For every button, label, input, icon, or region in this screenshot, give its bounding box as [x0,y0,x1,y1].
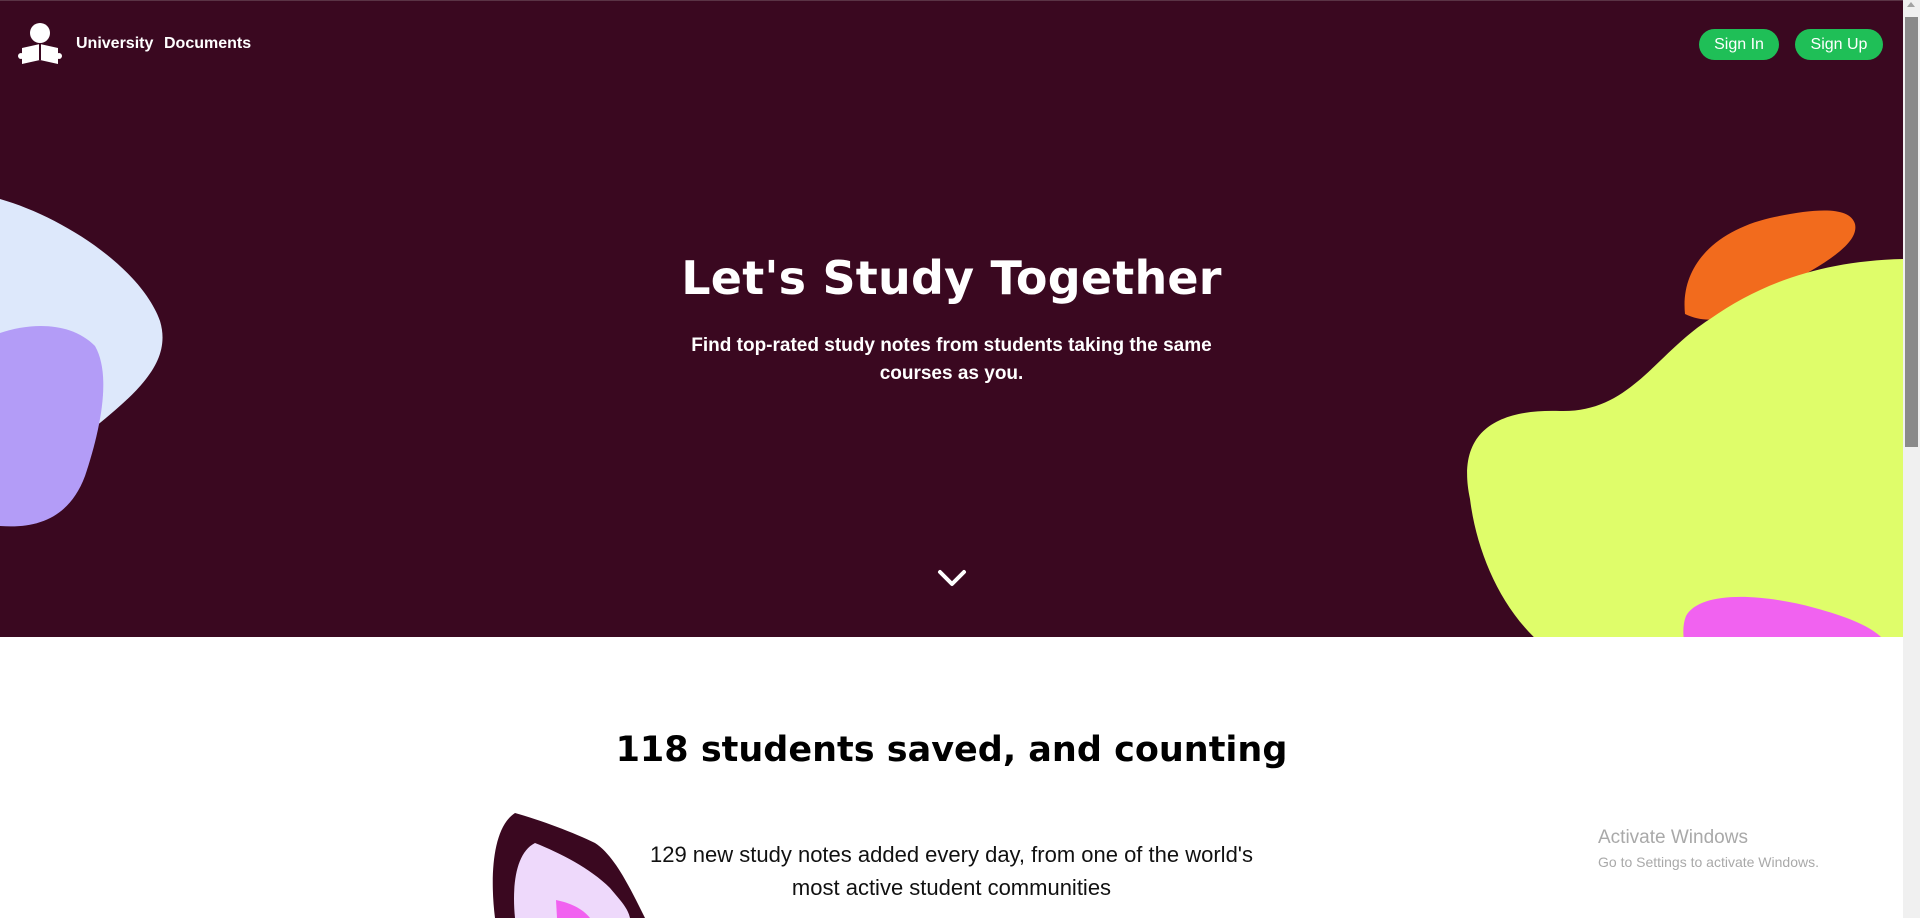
activate-windows-watermark: Activate Windows Go to Settings to activ… [1598,826,1898,872]
hero-subtitle: Find top-rated study notes from students… [691,335,1212,384]
decorative-blob-lime [1467,259,1903,637]
person-reading-book-icon[interactable] [18,20,62,68]
hero-title: Let's Study Together [681,251,1222,305]
sign-in-button[interactable]: Sign In [1699,29,1779,60]
decorative-blob-layered [492,813,645,918]
decorative-blob-purple [0,326,104,527]
chevron-down-icon[interactable] [936,567,968,589]
stats-heading: 118 students saved, and counting [615,730,1288,770]
page-viewport: University Documents Sign In Sign Up Let… [0,0,1903,918]
notes-description: 129 new study notes added every day, fro… [649,842,1254,900]
hero-section: University Documents Sign In Sign Up Let… [0,0,1903,637]
scrollbar-thumb[interactable] [1905,17,1918,447]
sign-up-button[interactable]: Sign Up [1795,29,1883,60]
nav-link-university[interactable]: University [76,35,153,53]
decorative-blob-pink [1683,596,1881,637]
nav-link-documents[interactable]: Documents [164,35,251,53]
activate-windows-title: Activate Windows [1598,827,1748,848]
vertical-scrollbar[interactable] [1903,0,1920,918]
scroll-up-arrow-icon[interactable] [1907,2,1915,7]
top-navigation: University Documents Sign In Sign Up [0,1,1903,89]
activate-windows-subtitle: Go to Settings to activate Windows. [1598,854,1819,870]
